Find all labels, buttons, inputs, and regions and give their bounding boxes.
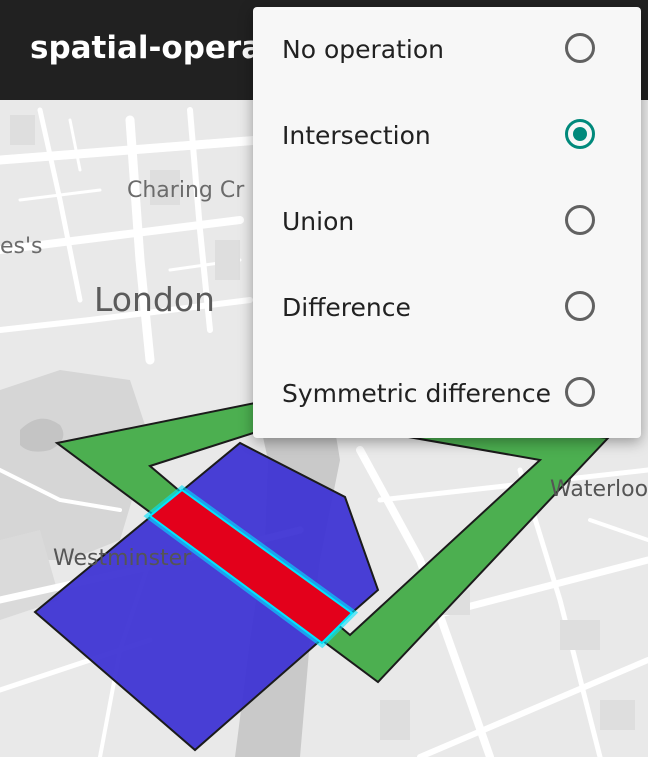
menu-item-no-operation[interactable]: No operation: [253, 7, 641, 93]
operation-menu: No operation Intersection Union Differen…: [253, 7, 641, 438]
menu-item-difference[interactable]: Difference: [253, 265, 641, 351]
radio-unchecked-icon[interactable]: [565, 205, 595, 235]
menu-item-label: Intersection: [282, 121, 431, 150]
map-label-waterloo: Waterloo: [550, 477, 648, 502]
radio-unchecked-icon[interactable]: [565, 33, 595, 63]
menu-item-label: Symmetric difference: [282, 379, 551, 408]
menu-item-union[interactable]: Union: [253, 179, 641, 265]
radio-dot: [573, 127, 587, 141]
menu-item-intersection[interactable]: Intersection: [253, 93, 641, 179]
map-label-westminster: Westminster: [53, 546, 192, 571]
radio-checked-icon[interactable]: [565, 119, 595, 149]
map-label-london: London: [94, 280, 215, 319]
map-label-james: es's: [0, 234, 43, 259]
menu-item-label: Union: [282, 207, 355, 236]
menu-item-label: No operation: [282, 35, 444, 64]
radio-unchecked-icon[interactable]: [565, 291, 595, 321]
radio-unchecked-icon[interactable]: [565, 377, 595, 407]
map-label-charing-cross: Charing Cr: [127, 178, 245, 203]
menu-item-label: Difference: [282, 293, 411, 322]
menu-item-symmetric-difference[interactable]: Symmetric difference: [253, 351, 641, 437]
